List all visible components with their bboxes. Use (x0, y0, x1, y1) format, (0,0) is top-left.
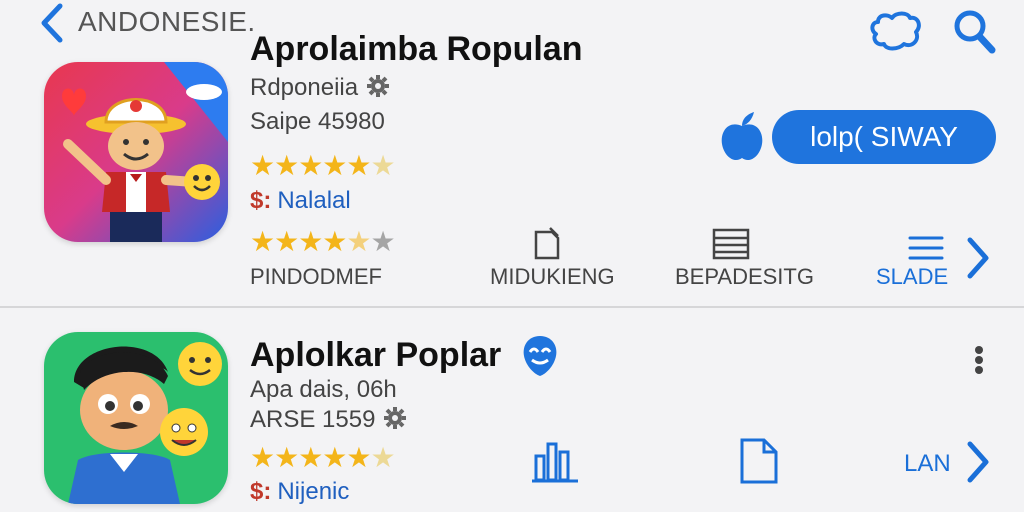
action-label-fourth[interactable]: SLADE (876, 264, 948, 290)
price-symbol: $: (250, 478, 272, 505)
app-title[interactable]: Aplolkar Poplar (250, 336, 501, 375)
secondary-rating-stars: ★★★★★★ (250, 226, 396, 257)
app-price: $: Nalalal (250, 187, 351, 215)
action-label-last[interactable]: LAN (904, 450, 951, 478)
action-label-second[interactable]: MIDUKIENG (490, 264, 615, 290)
rating-stars: ★★★★★★ (250, 442, 396, 473)
chat-bubble-icon[interactable] (868, 8, 924, 58)
chevron-left-icon[interactable] (34, 2, 70, 44)
bar-chart-icon[interactable] (532, 438, 578, 489)
document-edit-icon[interactable] (528, 226, 564, 267)
emoji-face-icon (520, 334, 560, 383)
gear-icon (383, 406, 407, 437)
price-symbol: $: (250, 187, 272, 214)
list-lines-icon[interactable] (712, 228, 752, 265)
more-options-icon[interactable] (966, 344, 992, 381)
app-title[interactable]: Aprolaimba Ropulan (250, 30, 582, 69)
app-icon[interactable] (44, 332, 228, 504)
divider (0, 306, 1024, 308)
apple-icon[interactable] (718, 110, 766, 171)
menu-lines-icon[interactable] (908, 234, 944, 267)
price-value: Nalalal (277, 187, 351, 214)
action-label-first[interactable]: PINDODMEF (250, 264, 382, 290)
app-size: ARSE 1559 (250, 406, 407, 437)
app-size-text: ARSE 1559 (250, 406, 376, 433)
page-title: ANDONESIE. (78, 6, 256, 37)
search-icon[interactable] (950, 6, 1000, 58)
rating-stars: ★★★★★★ (250, 150, 396, 181)
chevron-right-icon[interactable] (964, 440, 992, 489)
document-icon[interactable] (738, 438, 780, 489)
gear-icon (366, 74, 390, 105)
get-button[interactable]: lolp( SIWAY (772, 110, 996, 164)
chevron-right-icon[interactable] (964, 236, 992, 285)
app-icon[interactable] (44, 62, 228, 242)
developer-name: Rdponeiia (250, 74, 359, 101)
action-label-third[interactable]: BEPADESITG (675, 264, 814, 290)
app-developer: Apa dais, 06h (250, 376, 397, 403)
app-size: Saipe 45980 (250, 108, 385, 135)
app-title-text: Aplolkar Poplar (250, 336, 502, 374)
app-developer: Rdponeiia (250, 74, 390, 105)
price-value: Nijenic (277, 478, 350, 505)
app-price: $: Nijenic (250, 478, 349, 506)
